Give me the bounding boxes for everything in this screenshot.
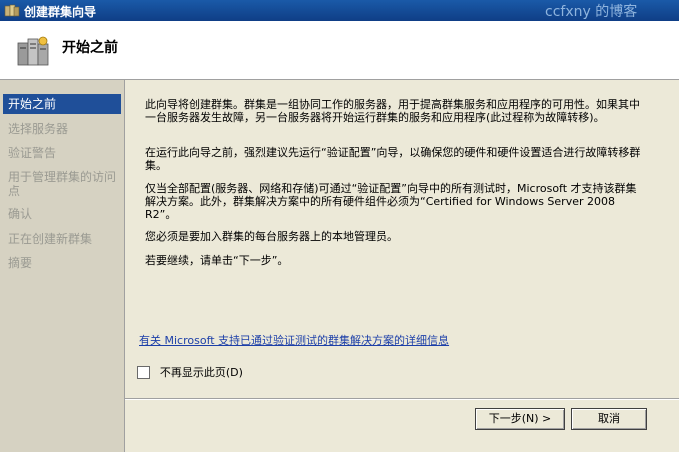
nav-step-select-servers: 选择服务器 xyxy=(8,122,69,136)
validation-paragraph: 在运行此向导之前，强烈建议先运行“验证配置”向导，以确保您的硬件和硬件设置适合进… xyxy=(145,146,641,172)
nav-step-summary: 摘要 xyxy=(8,256,33,270)
button-separator xyxy=(125,398,679,400)
nav-step-creating-cluster: 正在创建新群集 xyxy=(8,232,93,246)
dont-show-again-checkbox[interactable] xyxy=(137,365,150,379)
intro-paragraph: 此向导将创建群集。群集是一组协同工作的服务器，用于提高群集服务和应用程序的可用性… xyxy=(145,98,640,124)
nav-step-validation-warning: 验证警告 xyxy=(8,146,57,160)
nav-step-before-you-begin[interactable]: 开始之前 xyxy=(3,94,121,114)
support-paragraph: 仅当全部配置(服务器、网络和存储)可通过“验证配置”向导中的所有测试时，Micr… xyxy=(145,182,637,221)
wizard-header: 开始之前 xyxy=(0,21,679,80)
wizard-content: 此向导将创建群集。群集是一组协同工作的服务器，用于提高群集服务和应用程序的可用性… xyxy=(125,80,679,452)
title-bar[interactable]: 创建群集向导 ccfxny 的博客 xyxy=(0,0,679,21)
dont-show-again-option[interactable]: 不再显示此页(D) xyxy=(137,364,243,380)
admin-paragraph: 您必须是要加入群集的每台服务器上的本地管理员。 xyxy=(145,230,398,243)
cluster-wizard-icon xyxy=(4,4,20,17)
window-title: 创建群集向导 xyxy=(24,5,97,19)
continue-paragraph: 若要继续，请单击“下一步”。 xyxy=(145,254,289,267)
dont-show-again-label[interactable]: 不再显示此页(D) xyxy=(160,366,243,379)
wizard-steps-nav: 开始之前 选择服务器 验证警告 用于管理群集的访问点 确认 正在创建新群集 摘要 xyxy=(0,80,125,452)
watermark-text: ccfxny 的博客 xyxy=(545,4,638,20)
nav-step-access-point: 用于管理群集的访问点 xyxy=(8,170,117,198)
nav-step-confirmation: 确认 xyxy=(8,207,33,221)
server-cluster-icon xyxy=(17,36,49,66)
page-title: 开始之前 xyxy=(62,40,118,56)
next-button[interactable]: 下一步(N) > xyxy=(475,408,565,430)
cluster-support-info-link[interactable]: 有关 Microsoft 支持已通过验证测试的群集解决方案的详细信息 xyxy=(139,332,449,348)
cancel-button[interactable]: 取消 xyxy=(571,408,647,430)
